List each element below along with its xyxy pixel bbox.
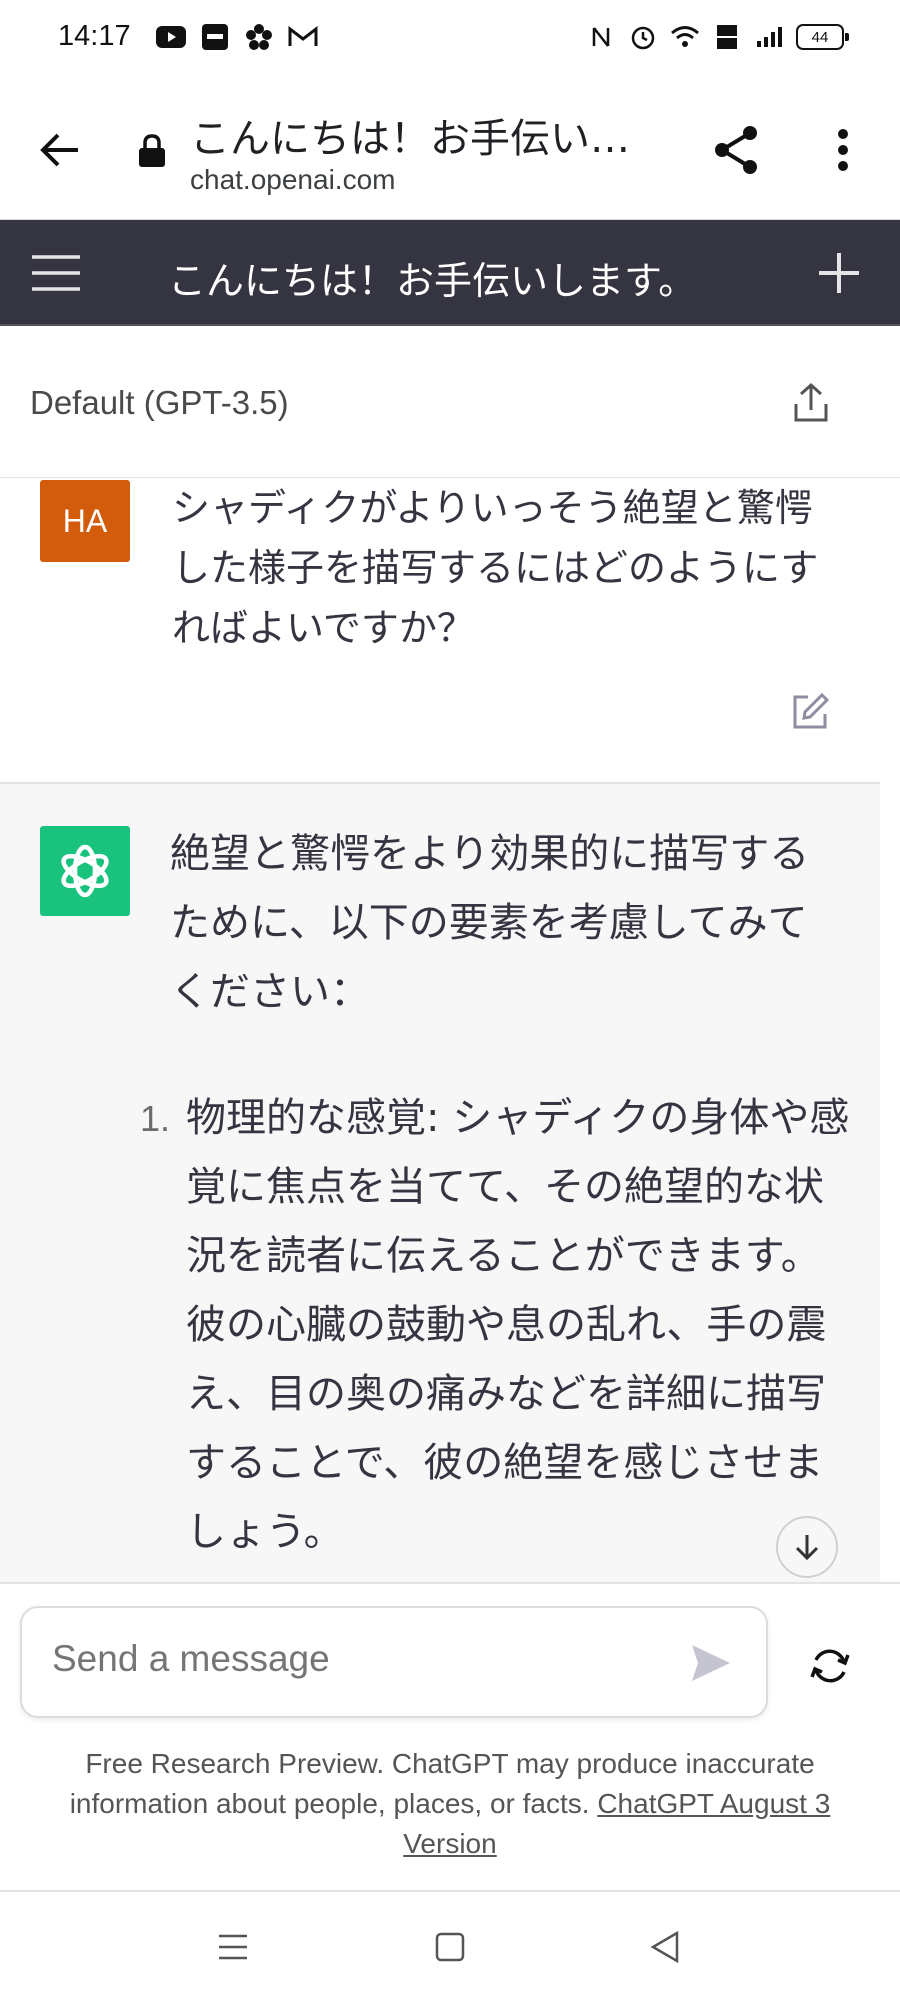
upload-icon xyxy=(794,382,828,422)
share-chat-button[interactable] xyxy=(788,378,834,428)
send-button[interactable] xyxy=(684,1638,738,1688)
volte-icon xyxy=(712,22,742,52)
chat-header: こんにちは！お手伝いします。 xyxy=(0,220,900,326)
gmail-icon xyxy=(288,22,318,52)
back-button[interactable] xyxy=(30,120,90,180)
status-bar: 14:17 44 xyxy=(0,0,900,80)
assistant-intro: 絶望と驚愕をより効果的に描写するために、以下の要素を考慮してみてください： xyxy=(170,831,810,1015)
more-options-button[interactable] xyxy=(818,120,868,180)
user-message-text: シャディクがよりいっそう絶望と驚愕した様子を描写するにはどのようにすればよいです… xyxy=(172,486,819,650)
muji-icon xyxy=(200,22,230,52)
system-nav-bar xyxy=(0,1892,900,2000)
refresh-icon xyxy=(810,1649,850,1683)
signal-icon xyxy=(754,22,784,52)
status-time: 14:17 xyxy=(58,20,131,52)
page-title[interactable]: こんにちは！お手伝い… xyxy=(190,106,630,164)
square-icon xyxy=(435,1932,465,1962)
more-vert-icon xyxy=(838,129,848,171)
regenerate-button[interactable] xyxy=(800,1636,860,1696)
menu-button[interactable] xyxy=(28,248,84,298)
model-bar: Default (GPT-3.5) xyxy=(0,326,900,478)
edit-icon xyxy=(793,692,830,729)
alarm-icon xyxy=(628,22,658,52)
back-nav-button[interactable] xyxy=(640,1922,690,1972)
arrow-down-icon xyxy=(795,1535,819,1561)
youtube-icon xyxy=(156,22,186,52)
message-box[interactable] xyxy=(20,1606,768,1718)
edit-message-button[interactable] xyxy=(790,692,830,732)
lock-icon xyxy=(138,134,170,170)
scroll-to-bottom-button[interactable] xyxy=(776,1516,838,1578)
user-avatar: HA xyxy=(40,480,130,562)
chatgpt-avatar xyxy=(40,826,130,916)
chat-title: こんにちは！お手伝いします。 xyxy=(168,259,697,303)
hamburger-icon xyxy=(32,255,80,291)
list-item-text: 物理的な感覚: シャディクの身体や感覚に焦点を当てて、その絶望的な状況を読者に伝… xyxy=(186,1095,850,1555)
share-icon xyxy=(715,126,757,174)
message-input[interactable] xyxy=(52,1638,652,1680)
menu-lines-icon xyxy=(219,1934,247,1960)
triangle-back-icon xyxy=(650,1931,679,1963)
list-item-number: 1. xyxy=(140,1098,171,1139)
share-button[interactable] xyxy=(706,120,766,180)
new-chat-button[interactable] xyxy=(814,244,864,302)
composer: Free Research Preview. ChatGPT may produ… xyxy=(0,1582,900,1892)
system-icons: 44 xyxy=(586,22,849,52)
plus-icon xyxy=(819,253,859,293)
send-icon xyxy=(692,1645,730,1681)
recents-button[interactable] xyxy=(208,1922,258,1972)
user-message: HA シャディクがよりいっそう絶望と驚愕した様子を描写するにはどのようにすればよ… xyxy=(0,478,880,784)
back-arrow-icon xyxy=(40,133,78,167)
openai-logo-icon xyxy=(61,844,109,898)
page-domain[interactable]: chat.openai.com xyxy=(190,164,395,196)
assistant-message: 絶望と驚愕をより効果的に描写するために、以下の要素を考慮してみてください： 1.… xyxy=(0,784,880,1582)
notification-icons xyxy=(156,22,318,52)
nfc-icon xyxy=(586,22,616,52)
chat-area[interactable]: HA シャディクがよりいっそう絶望と驚愕した様子を描写するにはどのようにすればよ… xyxy=(0,478,880,1582)
disclaimer: Free Research Preview. ChatGPT may produ… xyxy=(30,1744,870,1864)
wifi-icon xyxy=(670,22,700,52)
browser-toolbar: こんにちは！お手伝い… chat.openai.com xyxy=(0,80,900,220)
model-label: Default (GPT-3.5) xyxy=(30,384,289,421)
home-button[interactable] xyxy=(425,1922,475,1972)
battery-icon: 44 xyxy=(796,24,849,50)
flower-app-icon xyxy=(244,22,274,52)
